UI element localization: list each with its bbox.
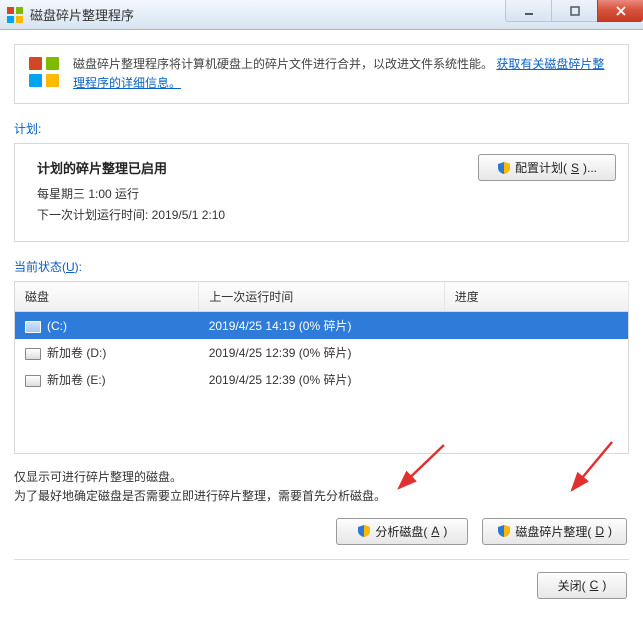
col-progress[interactable]: 进度 (444, 282, 628, 312)
hint-line2: 为了最好地确定磁盘是否需要立即进行碎片整理，需要首先分析磁盘。 (14, 487, 629, 504)
schedule-section-label: 计划: (14, 120, 629, 137)
shield-icon (497, 524, 511, 538)
table-row[interactable]: 新加卷 (D:) 2019/4/25 12:39 (0% 碎片) (15, 339, 629, 366)
titlebar: 磁盘碎片整理程序 (0, 0, 643, 30)
defrag-button[interactable]: 磁盘碎片整理(D) (482, 518, 627, 545)
status-section-label: 当前状态(U): (14, 258, 629, 275)
table-filler (15, 393, 629, 453)
window-title: 磁盘碎片整理程序 (30, 5, 134, 24)
disk-lastrun: 2019/4/25 14:19 (0% 碎片) (199, 312, 445, 340)
defrag-icon (27, 55, 61, 89)
disk-icon (25, 348, 41, 360)
disk-progress (444, 312, 628, 340)
col-lastrun[interactable]: 上一次运行时间 (199, 282, 445, 312)
configure-schedule-button[interactable]: 配置计划(S)... (478, 154, 616, 181)
table-row[interactable]: 新加卷 (E:) 2019/4/25 12:39 (0% 碎片) (15, 366, 629, 393)
disk-icon (25, 321, 41, 333)
disk-name: 新加卷 (D:) (47, 346, 106, 360)
shield-icon (357, 524, 371, 538)
col-disk[interactable]: 磁盘 (15, 282, 199, 312)
analyze-button[interactable]: 分析磁盘(A) (336, 518, 468, 545)
maximize-button[interactable] (551, 0, 597, 22)
app-icon (6, 6, 24, 24)
info-banner: 磁盘碎片整理程序将计算机硬盘上的碎片文件进行合并，以改进文件系统性能。 获取有关… (14, 44, 629, 104)
schedule-line-frequency: 每星期三 1:00 运行 (37, 185, 614, 202)
schedule-box: 计划的碎片整理已启用 每星期三 1:00 运行 下一次计划运行时间: 2019/… (14, 143, 629, 242)
disk-table[interactable]: 磁盘 上一次运行时间 进度 (C:) 2019/4/25 14:19 (0% 碎片… (14, 281, 629, 454)
disk-icon (25, 375, 41, 387)
hint-line1: 仅显示可进行碎片整理的磁盘。 (14, 468, 629, 485)
schedule-line-next: 下一次计划运行时间: 2019/5/1 2:10 (37, 206, 614, 223)
shield-icon (497, 161, 511, 175)
disk-lastrun: 2019/4/25 12:39 (0% 碎片) (199, 339, 445, 366)
close-window-button[interactable] (597, 0, 643, 22)
info-text: 磁盘碎片整理程序将计算机硬盘上的碎片文件进行合并，以改进文件系统性能。 (73, 57, 493, 71)
minimize-button[interactable] (505, 0, 551, 22)
disk-progress (444, 366, 628, 393)
disk-lastrun: 2019/4/25 12:39 (0% 碎片) (199, 366, 445, 393)
disk-progress (444, 339, 628, 366)
disk-name: 新加卷 (E:) (47, 373, 106, 387)
close-button[interactable]: 关闭(C) (537, 572, 627, 599)
table-row[interactable]: (C:) 2019/4/25 14:19 (0% 碎片) (15, 312, 629, 340)
disk-name: (C:) (47, 319, 67, 333)
